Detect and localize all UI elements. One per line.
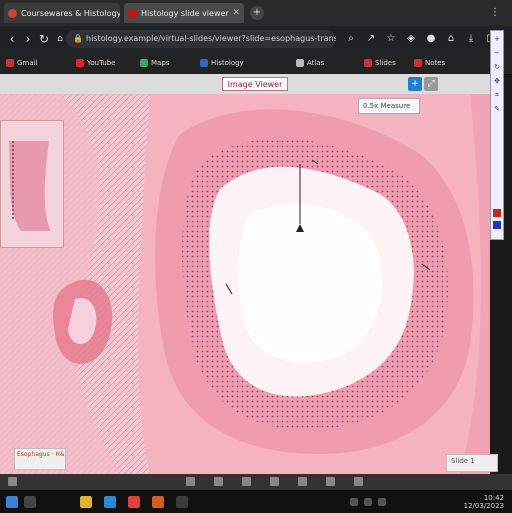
tray-icon[interactable] xyxy=(364,498,372,506)
back-icon[interactable]: ‹ xyxy=(4,31,20,47)
bookmarks-bar: Gmail YouTube Maps Histology Atlas Slide… xyxy=(0,52,512,75)
rail-zoom-out-icon[interactable]: − xyxy=(493,49,501,57)
bookmark-label: Notes xyxy=(425,59,446,67)
close-tab-icon[interactable]: ✕ xyxy=(232,8,240,18)
browser-tab-active[interactable]: Histology slide viewer ✕ xyxy=(124,3,244,23)
viewer-title: Image Viewer xyxy=(222,77,288,91)
bookmark-item[interactable]: Slides xyxy=(364,56,396,70)
slide-number-label: Slide 1 xyxy=(446,454,498,472)
mail-taskbar-icon[interactable] xyxy=(128,496,140,508)
bookmark-favicon-icon xyxy=(76,59,84,67)
tray-icon[interactable] xyxy=(350,498,358,506)
extension-icon[interactable]: ◈ xyxy=(404,32,418,46)
rail-annotate-icon[interactable]: ✎ xyxy=(493,105,501,113)
bookmark-item[interactable]: YouTube xyxy=(76,56,115,70)
rail-pan-icon[interactable]: ✥ xyxy=(493,77,501,85)
slide-label: Esophagus · H&E xyxy=(14,448,66,470)
bookmark-favicon-icon xyxy=(6,59,14,67)
bookmark-label: Histology xyxy=(211,59,244,67)
file-explorer-icon[interactable] xyxy=(80,496,92,508)
histology-slide-canvas[interactable] xyxy=(0,94,490,474)
viewer-tool-rail: + − ↻ ✥ ⌗ ✎ xyxy=(490,30,504,240)
filmstrip-thumb[interactable] xyxy=(214,477,223,486)
measure-info-box: 0.5x Measure xyxy=(358,98,420,114)
os-taskbar: 10:42 12/03/2023 xyxy=(0,490,512,513)
bookmark-favicon-icon xyxy=(140,59,148,67)
filmstrip-thumb[interactable] xyxy=(8,477,17,486)
filmstrip-thumb[interactable] xyxy=(298,477,307,486)
bookmark-favicon-icon xyxy=(364,59,372,67)
lock-icon: 🔒 xyxy=(73,34,83,43)
filmstrip-thumb[interactable] xyxy=(186,477,195,486)
overview-image xyxy=(1,121,63,247)
home-shortcut-icon[interactable]: ⌂ xyxy=(444,32,458,46)
bookmark-label: YouTube xyxy=(87,59,116,67)
bookmark-item[interactable]: Atlas xyxy=(296,56,324,70)
tab-title: Coursewares & Histology xyxy=(21,8,120,18)
filmstrip-thumb[interactable] xyxy=(326,477,335,486)
tab-favicon-icon xyxy=(8,8,17,18)
share-icon[interactable]: ↗ xyxy=(364,32,378,46)
search-icon[interactable]: ⌕ xyxy=(344,32,358,46)
bookmark-label: Slides xyxy=(375,59,396,67)
forward-icon[interactable]: › xyxy=(20,31,36,47)
window-menu-icon[interactable]: ⋮ xyxy=(488,6,502,20)
new-tab-button[interactable]: + xyxy=(250,6,264,20)
rail-color-icon[interactable] xyxy=(493,209,501,217)
app-taskbar-icon[interactable] xyxy=(176,496,188,508)
start-menu-icon[interactable] xyxy=(6,496,18,508)
clock-time: 10:42 xyxy=(483,494,504,502)
zoom-in-icon[interactable]: + xyxy=(408,77,422,91)
address-text: histology.example/virtual-slides/viewer?… xyxy=(86,34,336,43)
mic-icon[interactable]: ● xyxy=(424,32,438,46)
taskbar-clock[interactable]: 10:42 12/03/2023 xyxy=(464,495,504,510)
overview-thumbnail[interactable] xyxy=(0,120,64,248)
browser-tab-bar: Coursewares & Histology ✕ Histology slid… xyxy=(0,0,512,26)
rail-zoom-icon[interactable]: + xyxy=(493,35,501,43)
rail-rotate-icon[interactable]: ↻ xyxy=(493,63,501,71)
filmstrip-thumb[interactable] xyxy=(242,477,251,486)
browser-toolbar: ‹ › ↻ ⌂ 🔒 histology.example/virtual-slid… xyxy=(0,26,512,52)
bookmark-item[interactable]: Notes xyxy=(414,56,445,70)
rail-color-icon[interactable] xyxy=(493,221,501,229)
slide-filmstrip xyxy=(0,474,512,490)
tab-title: Histology slide viewer xyxy=(141,8,229,18)
rail-ruler-icon[interactable]: ⌗ xyxy=(493,91,501,99)
bookmark-label: Atlas xyxy=(307,59,325,67)
search-taskbar-icon[interactable] xyxy=(24,496,36,508)
viewer-toolbar: Image Viewer + ⤢ xyxy=(0,74,490,95)
bookmark-item[interactable]: Maps xyxy=(140,56,169,70)
tissue-image xyxy=(0,94,490,474)
download-icon[interactable]: ⤓ xyxy=(464,32,478,46)
fullscreen-icon[interactable]: ⤢ xyxy=(424,77,438,91)
browser-taskbar-icon[interactable] xyxy=(104,496,116,508)
filmstrip-thumb[interactable] xyxy=(354,477,363,486)
bookmark-favicon-icon xyxy=(296,59,304,67)
bookmark-label: Gmail xyxy=(17,59,38,67)
tray-icon[interactable] xyxy=(378,498,386,506)
bookmark-star-icon[interactable]: ☆ xyxy=(384,32,398,46)
bookmark-favicon-icon xyxy=(414,59,422,67)
tab-favicon-icon xyxy=(128,8,137,18)
clock-date: 12/03/2023 xyxy=(463,502,504,510)
browser-tab[interactable]: Coursewares & Histology ✕ xyxy=(4,3,120,23)
app-taskbar-icon[interactable] xyxy=(152,496,164,508)
bookmark-item[interactable]: Gmail xyxy=(6,56,37,70)
bookmark-item[interactable]: Histology xyxy=(200,56,244,70)
bookmark-favicon-icon xyxy=(200,59,208,67)
bookmark-label: Maps xyxy=(151,59,170,67)
address-bar[interactable]: 🔒 histology.example/virtual-slides/viewe… xyxy=(66,30,336,48)
filmstrip-thumb[interactable] xyxy=(270,477,279,486)
reload-icon[interactable]: ↻ xyxy=(36,31,52,47)
